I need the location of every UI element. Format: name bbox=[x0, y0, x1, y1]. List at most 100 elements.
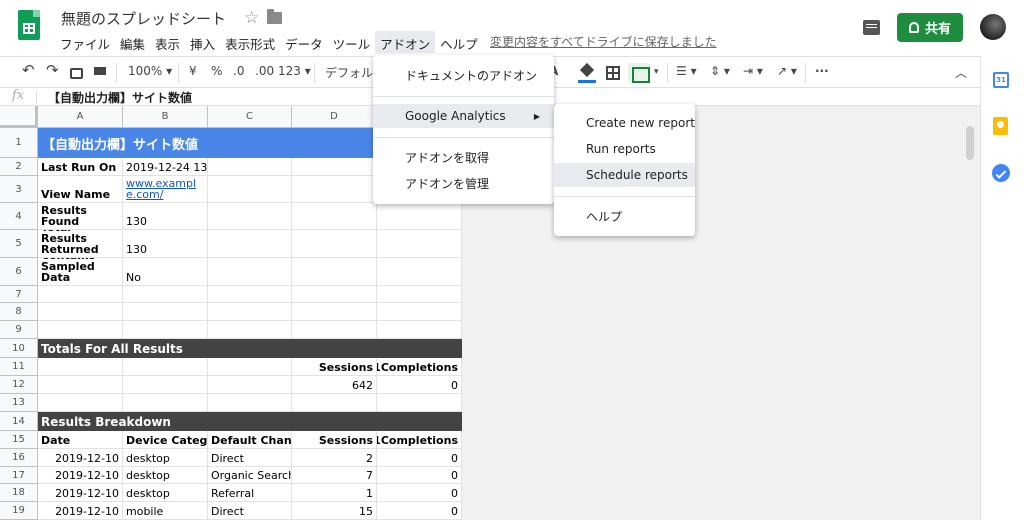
grid-cell[interactable]: Total Results Returned bbox=[38, 230, 123, 258]
table-header-cell[interactable]: Device Categor bbox=[123, 431, 208, 449]
row-header[interactable]: 13 bbox=[0, 394, 38, 412]
vertical-align-icon[interactable]: ⇕ ▾ bbox=[710, 64, 730, 78]
grid-cell[interactable]: View Name bbox=[38, 176, 123, 203]
grid-cell[interactable] bbox=[123, 376, 208, 394]
grid-cell[interactable]: 642 bbox=[292, 376, 377, 394]
menu-item-create-report[interactable]: Create new report bbox=[554, 111, 695, 135]
table-cell[interactable]: desktop bbox=[123, 449, 208, 467]
row-header[interactable]: 10 bbox=[0, 339, 38, 358]
zoom-select[interactable]: 100% ▾ bbox=[128, 64, 172, 78]
row-header[interactable]: 15 bbox=[0, 431, 38, 449]
table-header-cell[interactable]: Sessions bbox=[292, 431, 377, 449]
menu-tools[interactable]: ツール bbox=[328, 31, 376, 53]
grid-cell[interactable] bbox=[377, 321, 462, 339]
row-header[interactable]: 11 bbox=[0, 358, 38, 376]
menu-item-document-addons[interactable]: ドキュメントのアドオン bbox=[373, 63, 554, 87]
select-all-corner[interactable] bbox=[0, 106, 38, 128]
column-header-a[interactable]: A bbox=[38, 106, 123, 128]
grid-cell[interactable] bbox=[292, 158, 377, 176]
row-header[interactable]: 3 bbox=[0, 176, 38, 203]
vertical-scrollbar[interactable] bbox=[966, 126, 974, 160]
row-header[interactable]: 9 bbox=[0, 321, 38, 339]
grid-cell[interactable] bbox=[377, 303, 462, 321]
grid-cell[interactable] bbox=[38, 286, 123, 303]
row-header[interactable]: 16 bbox=[0, 449, 38, 467]
redo-icon[interactable]: ↷ bbox=[46, 61, 59, 79]
grid-cell[interactable] bbox=[377, 230, 462, 258]
tasks-icon[interactable] bbox=[992, 164, 1010, 182]
menu-item-google-analytics[interactable]: Google Analytics ▶ bbox=[373, 104, 554, 128]
table-header-cell[interactable]: al1Completions bbox=[377, 431, 462, 449]
row-header[interactable]: 4 bbox=[0, 203, 38, 230]
grid-cell[interactable]: 2019-12-24 13:39:0 bbox=[123, 158, 208, 176]
chevron-down-icon[interactable]: ▾ bbox=[654, 67, 659, 77]
decrease-decimal-button[interactable]: .0 bbox=[233, 64, 244, 78]
grid-cell[interactable]: Total Results Found bbox=[38, 203, 123, 230]
grid-cell[interactable]: Contains Sampled Data bbox=[38, 258, 123, 286]
merge-cells-icon[interactable] bbox=[628, 63, 650, 83]
grid-cell[interactable] bbox=[292, 303, 377, 321]
grid-cell[interactable] bbox=[208, 203, 292, 230]
doc-title[interactable]: 無題のスプレッドシート bbox=[61, 8, 226, 29]
grid-cell[interactable] bbox=[38, 321, 123, 339]
grid-cell[interactable] bbox=[208, 321, 292, 339]
table-cell[interactable]: 7 bbox=[292, 467, 377, 484]
grid-cell[interactable] bbox=[377, 394, 462, 412]
grid-cell[interactable] bbox=[292, 230, 377, 258]
grid-cell[interactable] bbox=[377, 258, 462, 286]
row-header[interactable]: 5 bbox=[0, 230, 38, 258]
grid-cell[interactable] bbox=[208, 158, 292, 176]
grid-cell[interactable] bbox=[123, 321, 208, 339]
grid-cell[interactable] bbox=[38, 358, 123, 376]
text-wrap-icon[interactable]: ⇥ ▾ bbox=[743, 64, 763, 78]
save-status-link[interactable]: 変更内容をすべてドライブに保存しました bbox=[490, 33, 717, 50]
grid-cell[interactable]: 130 bbox=[123, 230, 208, 258]
table-cell[interactable]: mobile bbox=[123, 502, 208, 520]
table-header-cell[interactable]: Default Channe bbox=[208, 431, 292, 449]
grid-cell[interactable] bbox=[208, 286, 292, 303]
grid-cell[interactable] bbox=[292, 321, 377, 339]
breakdown-section-header[interactable]: Results Breakdown bbox=[38, 412, 462, 431]
table-cell[interactable]: 1 bbox=[292, 484, 377, 502]
grid-cell[interactable] bbox=[123, 286, 208, 303]
table-cell[interactable]: Direct bbox=[208, 449, 292, 467]
grid-cell[interactable] bbox=[377, 286, 462, 303]
grid-cell[interactable]: Last Run On bbox=[38, 158, 123, 176]
table-cell[interactable]: 2019-12-10 bbox=[38, 484, 123, 502]
calendar-icon[interactable]: 31 bbox=[993, 72, 1009, 88]
menu-item-run-reports[interactable]: Run reports bbox=[554, 137, 695, 161]
folder-icon[interactable] bbox=[267, 9, 282, 24]
table-cell[interactable]: Organic Search bbox=[208, 467, 292, 484]
menu-insert[interactable]: 挿入 bbox=[185, 31, 220, 53]
grid-cell[interactable] bbox=[123, 303, 208, 321]
menu-help[interactable]: ヘルプ bbox=[435, 31, 483, 53]
grid-cell[interactable] bbox=[38, 376, 123, 394]
grid-cell[interactable] bbox=[208, 303, 292, 321]
table-cell[interactable]: 2 bbox=[292, 449, 377, 467]
table-cell[interactable]: Referral bbox=[208, 484, 292, 502]
more-options-icon[interactable]: ··· bbox=[815, 64, 829, 78]
table-cell[interactable]: 0 bbox=[377, 467, 462, 484]
table-cell[interactable]: 0 bbox=[377, 449, 462, 467]
percent-button[interactable]: % bbox=[211, 64, 222, 78]
currency-button[interactable]: ¥ bbox=[189, 64, 197, 78]
column-header-c[interactable]: C bbox=[208, 106, 292, 128]
grid-cell[interactable] bbox=[292, 176, 377, 203]
row-header[interactable]: 6 bbox=[0, 258, 38, 286]
grid-cell[interactable] bbox=[292, 394, 377, 412]
undo-icon[interactable]: ↶ bbox=[22, 61, 35, 79]
comment-history-icon[interactable] bbox=[863, 20, 880, 35]
table-cell[interactable]: 15 bbox=[292, 502, 377, 520]
share-button[interactable]: 共有 bbox=[897, 13, 963, 42]
menu-file[interactable]: ファイル bbox=[55, 31, 115, 53]
menu-item-manage-addons[interactable]: アドオンを管理 bbox=[373, 171, 554, 195]
menu-edit[interactable]: 編集 bbox=[115, 31, 150, 53]
formula-input[interactable]: 【自動出力欄】サイト数値 bbox=[48, 89, 192, 106]
grid-cell[interactable] bbox=[292, 203, 377, 230]
sheets-logo-icon[interactable] bbox=[18, 10, 40, 40]
text-rotate-icon[interactable]: ↗ ▾ bbox=[777, 64, 797, 78]
grid-cell[interactable]: 0 bbox=[377, 376, 462, 394]
grid-cell[interactable] bbox=[38, 394, 123, 412]
row-header[interactable]: 7 bbox=[0, 286, 38, 303]
view-name-link[interactable]: www.example.com/ bbox=[123, 176, 208, 203]
